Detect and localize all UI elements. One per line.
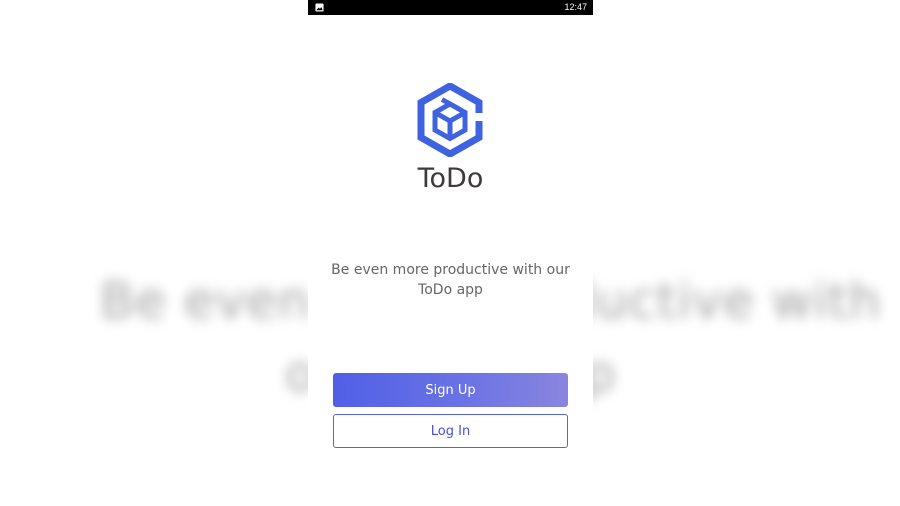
status-time: 12:47 <box>564 2 587 12</box>
app-window: 12:47 ToDo Be even more productive with … <box>308 0 593 506</box>
image-notification-icon <box>315 3 324 12</box>
hexagon-box-logo-icon <box>417 83 484 157</box>
status-bar: 12:47 <box>308 0 593 15</box>
log-in-button[interactable]: Log In <box>333 414 568 448</box>
screen: Be even more productive with our ToDo ap… <box>0 0 900 506</box>
tagline: Be even more productive with our ToDo ap… <box>331 262 570 298</box>
log-in-label: Log In <box>430 423 471 439</box>
app-name: ToDo <box>417 163 484 194</box>
sign-up-button[interactable]: Sign Up <box>333 373 568 407</box>
sign-up-label: Sign Up <box>425 382 476 398</box>
